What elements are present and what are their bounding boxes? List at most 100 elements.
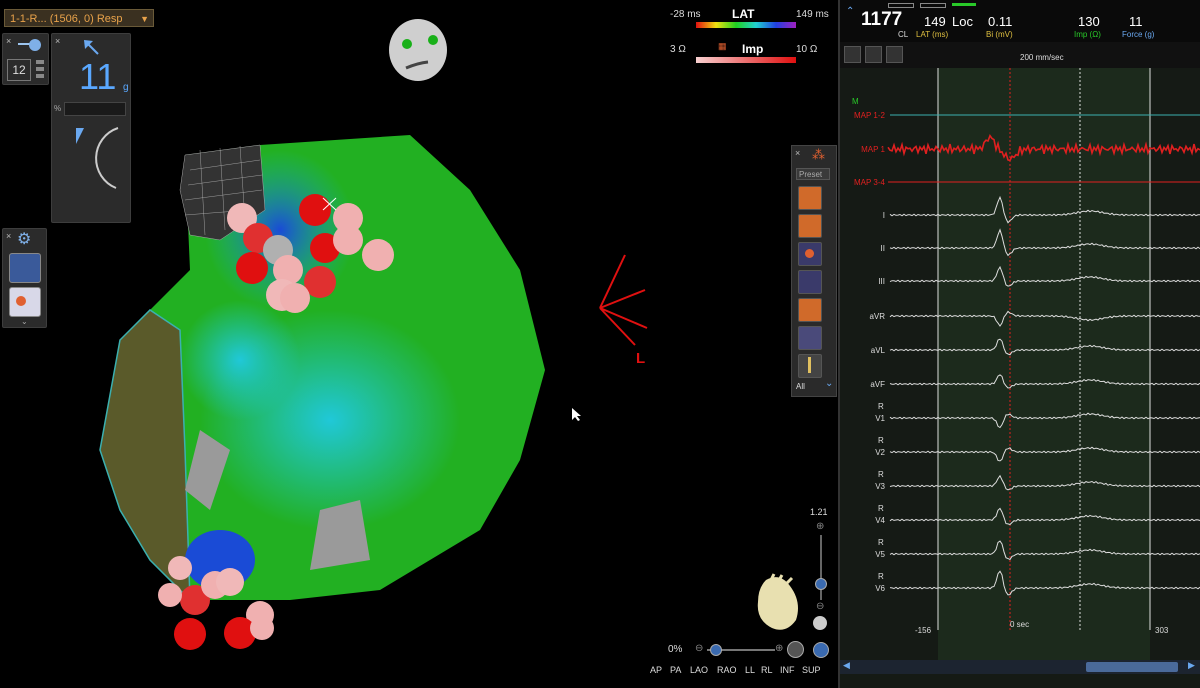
tool-button-mesh[interactable]	[798, 326, 822, 350]
heart-map-3d[interactable]	[90, 130, 560, 660]
channel-label: V6	[875, 584, 885, 593]
close-icon[interactable]: ×	[795, 148, 800, 158]
channel-label: V2	[875, 448, 885, 457]
bi-value: 0.11	[988, 14, 1013, 29]
cl-label: CL	[898, 30, 909, 39]
cl-value: 1177	[861, 9, 903, 30]
imp-min-label: 3 Ω	[670, 44, 686, 55]
ecg-scrollbar[interactable]: ◀ ▶	[840, 660, 1200, 674]
mouse-cursor-icon	[572, 408, 581, 421]
tool-button-map[interactable]	[798, 298, 822, 322]
bi-label: Bi (mV)	[986, 30, 1013, 39]
catheter-icon[interactable]	[17, 37, 43, 53]
tool-button-catheter[interactable]	[798, 354, 822, 378]
force-bar	[64, 102, 126, 116]
preset-label: Preset	[799, 170, 823, 179]
rotate-button[interactable]	[813, 642, 829, 658]
ecg-panel: ⌃ 1177 CL 149 Loc LAT (ms) 0.11 Bi (mV) …	[838, 0, 1200, 688]
channel-label: MAP 3-4	[854, 178, 886, 187]
header-expand-icon[interactable]: ⌃	[846, 6, 854, 17]
transparency-button[interactable]	[787, 641, 804, 658]
time-left-label: -156	[915, 626, 932, 635]
header-indicator	[888, 3, 914, 8]
lat-color-bar	[696, 22, 796, 28]
tool-strip: × ⁂ Preset All ⌄	[791, 145, 837, 397]
header-indicator	[920, 3, 946, 8]
list-icon[interactable]	[35, 59, 45, 81]
time-center-label: 0 sec	[1010, 620, 1030, 629]
channel-label: V1	[875, 414, 885, 423]
zoom-slider-thumb[interactable]	[815, 578, 827, 590]
point-icon	[805, 249, 814, 258]
ecg-tool-select-button[interactable]	[844, 46, 861, 63]
arrow-direction-icon	[84, 40, 99, 55]
lat-min-label: -28 ms	[670, 9, 701, 20]
view-button-inf[interactable]: INF	[780, 665, 795, 675]
zoom-in-icon[interactable]: ⊕	[816, 521, 824, 532]
channel-label: aVL	[871, 346, 886, 355]
channel-label: MAP 1	[861, 145, 885, 154]
point-mode-button[interactable]	[9, 287, 41, 317]
channel-label: III	[878, 277, 885, 286]
orientation-face-icon	[389, 19, 447, 81]
preset-dropdown[interactable]: Preset	[796, 168, 830, 180]
all-filter-label[interactable]: All	[796, 382, 805, 391]
tool-button-points[interactable]	[798, 186, 822, 210]
grid-dots-icon: ⁂	[812, 147, 825, 162]
reference-r-label: R	[878, 436, 884, 445]
view-button-ll[interactable]: LL	[745, 665, 755, 675]
tool-button-single-point[interactable]	[798, 242, 822, 266]
loc-label: Loc	[952, 14, 973, 29]
orientation-axis-icon	[599, 254, 648, 346]
view-button-rao[interactable]: RAO	[717, 665, 737, 675]
ecg-tool-annotate-button[interactable]	[865, 46, 882, 63]
marker-label: M	[852, 97, 859, 106]
ecg-traces[interactable]: MMAP 1-2MAP 1MAP 3-4IIIIIIaVRaVLaVFV1RV2…	[840, 68, 1200, 660]
opacity-plus-icon[interactable]: ⊕	[775, 643, 783, 654]
close-icon[interactable]: ×	[55, 36, 60, 46]
tool-button-grid[interactable]	[798, 270, 822, 294]
catheter-icon	[808, 357, 811, 373]
map-selector-label: 1-1-R... (1506, 0) Resp	[10, 13, 123, 25]
imp-max-label: 10 Ω	[796, 44, 818, 55]
reset-view-button[interactable]	[813, 616, 827, 630]
opacity-slider-thumb[interactable]	[710, 644, 722, 656]
view-mode-button[interactable]	[9, 253, 41, 283]
view-button-rl[interactable]: RL	[761, 665, 773, 675]
channel-label: aVF	[870, 380, 885, 389]
force-value: 11	[79, 56, 117, 97]
time-right-label: 303	[1155, 626, 1169, 635]
zoom-out-icon[interactable]: ⊖	[816, 601, 824, 612]
percent-label: %	[54, 104, 62, 113]
chevron-down-icon[interactable]: ⌄	[21, 317, 28, 326]
channel-label: MAP 1-2	[854, 111, 886, 120]
channel-label: V4	[875, 516, 885, 525]
view-button-ap[interactable]: AP	[650, 665, 662, 675]
chevron-down-icon[interactable]: ⌄	[825, 378, 833, 389]
scroll-thumb[interactable]	[1086, 662, 1178, 672]
opacity-minus-icon[interactable]: ⊖	[695, 643, 703, 654]
ecg-tool-refresh-button[interactable]	[886, 46, 903, 63]
reference-r-label: R	[878, 402, 884, 411]
view-button-pa[interactable]: PA	[670, 665, 681, 675]
view-button-sup[interactable]: SUP	[802, 665, 821, 675]
ecg-header: ⌃ 1177 CL 149 Loc LAT (ms) 0.11 Bi (mV) …	[840, 0, 1200, 42]
tool-button-tags[interactable]	[798, 214, 822, 238]
heart-thumbnail-icon	[757, 573, 798, 630]
close-icon[interactable]: ×	[6, 231, 11, 241]
close-icon[interactable]: ×	[6, 36, 11, 46]
view-button-lao[interactable]: LAO	[690, 665, 708, 675]
orientation-label: L	[636, 350, 646, 367]
force-header-label: Force (g)	[1122, 30, 1155, 39]
channel-label: V5	[875, 550, 885, 559]
force-unit: g	[123, 82, 129, 93]
zoom-slider-track[interactable]	[820, 535, 822, 600]
scroll-left-icon[interactable]: ◀	[843, 660, 850, 671]
imp-title: Imp	[742, 42, 764, 56]
imp-color-bar	[696, 57, 796, 63]
map-selector-dropdown[interactable]: 1-1-R... (1506, 0) Resp ▼	[4, 9, 154, 27]
force-header-value: 11	[1129, 14, 1143, 29]
gear-icon[interactable]: ⚙	[17, 229, 31, 249]
reference-r-label: R	[878, 572, 884, 581]
scroll-right-icon[interactable]: ▶	[1188, 660, 1195, 671]
